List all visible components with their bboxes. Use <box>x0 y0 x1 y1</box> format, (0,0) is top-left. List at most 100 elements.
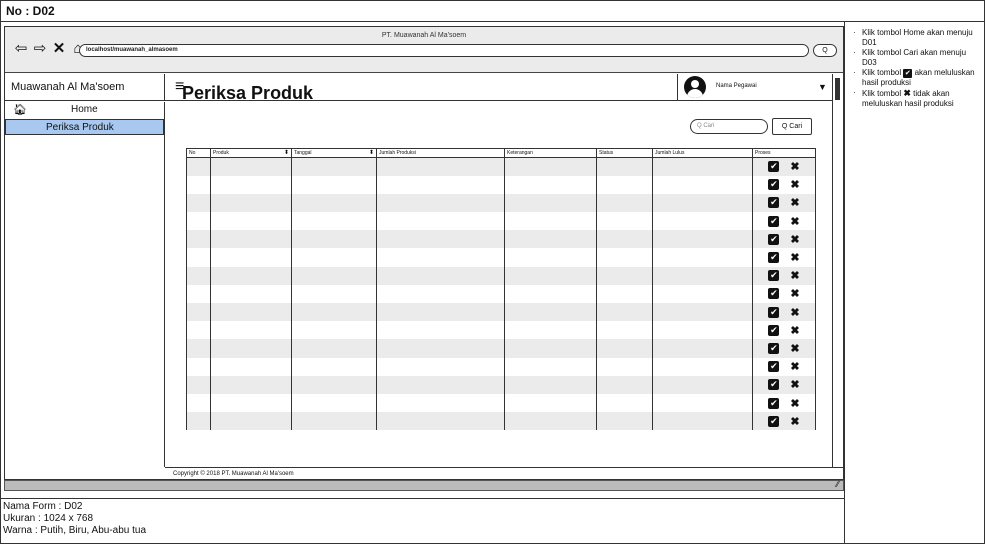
address-bar[interactable]: localhost/muawanah_almasoem <box>79 44 809 57</box>
close-icon[interactable]: ✕ <box>51 41 67 57</box>
note-item: Klik tombol ✔ akan meluluskan hasil prod… <box>853 68 981 88</box>
table-cell <box>291 266 377 285</box>
reject-icon[interactable]: ✖ <box>790 415 799 428</box>
go-button[interactable]: Q <box>813 44 837 57</box>
reject-icon[interactable]: ✖ <box>790 196 799 209</box>
table-row: ✔ ✖ <box>186 412 816 431</box>
table-cell <box>210 157 292 176</box>
col-header-tanggal[interactable]: Tanggal ⬍ <box>291 148 377 158</box>
approve-checkbox-icon[interactable]: ✔ <box>768 361 780 373</box>
reject-icon[interactable]: ✖ <box>790 360 799 373</box>
table-cell <box>210 266 292 285</box>
reject-icon[interactable]: ✖ <box>790 251 799 264</box>
resize-grip-icon[interactable]: ⁄⁄ <box>836 480 839 489</box>
table-cell <box>596 393 653 413</box>
vertical-scrollbar[interactable] <box>832 74 843 467</box>
sidebar-item-home[interactable]: 🏠︎ Home <box>5 102 164 118</box>
close-icon: ✖ <box>903 88 911 98</box>
table-cell <box>596 339 653 358</box>
row-actions: ✔ ✖ <box>752 393 816 413</box>
reject-icon[interactable]: ✖ <box>790 215 799 228</box>
table-cell <box>652 339 753 358</box>
row-actions: ✔ ✖ <box>752 157 816 176</box>
approve-checkbox-icon[interactable]: ✔ <box>768 270 780 282</box>
table-cell <box>596 212 653 231</box>
sidebar-item-label: Periksa Produk <box>46 122 114 133</box>
approve-checkbox-icon[interactable]: ✔ <box>768 161 780 173</box>
table-cell <box>652 284 753 303</box>
table-cell <box>210 375 292 394</box>
checkbox-icon: ✔ <box>903 69 913 78</box>
table-cell <box>376 230 505 249</box>
col-header-produk[interactable]: Produk ⬍ <box>210 148 292 158</box>
approve-checkbox-icon[interactable]: ✔ <box>768 342 780 354</box>
table-cell <box>291 284 377 303</box>
home-icon: 🏠︎ <box>13 104 27 116</box>
table-cell <box>376 175 505 194</box>
table-row: ✔ ✖ <box>186 193 816 213</box>
table-cell <box>186 412 211 431</box>
row-actions: ✔ ✖ <box>752 193 816 213</box>
table-cell <box>504 175 597 194</box>
table-cell <box>210 248 292 267</box>
row-actions: ✔ ✖ <box>752 248 816 267</box>
forward-icon[interactable]: ⇨ <box>32 41 48 57</box>
table-cell <box>504 248 597 267</box>
page-footer: Copyright © 2018 PT. Muawanah Al Ma'soem <box>165 467 843 480</box>
table-cell <box>596 175 653 194</box>
reject-icon[interactable]: ✖ <box>790 287 799 300</box>
table-cell <box>596 321 653 340</box>
approve-checkbox-icon[interactable]: ✔ <box>768 306 780 318</box>
table-cell <box>596 375 653 394</box>
reject-icon[interactable]: ✖ <box>790 342 799 355</box>
table-cell <box>504 230 597 249</box>
table-cell <box>376 393 505 413</box>
table-cell <box>504 412 597 431</box>
reject-icon[interactable]: ✖ <box>790 178 799 191</box>
browser-titlebar: PT. Muawanah Al Ma'soem ⇦ ⇨ ✕ ⌂ localhos… <box>5 27 843 73</box>
table-row: ✔ ✖ <box>186 266 816 285</box>
table-cell <box>291 303 377 322</box>
reject-icon[interactable]: ✖ <box>790 306 799 319</box>
sort-icon: ⬍ <box>283 150 289 156</box>
table-cell <box>596 248 653 267</box>
product-table: No Produk ⬍ Tanggal ⬍ Jumlah Produksi Kete… <box>186 148 816 431</box>
table-row: ✔ ✖ <box>186 393 816 413</box>
reject-icon[interactable]: ✖ <box>790 324 799 337</box>
table-cell <box>376 193 505 213</box>
chevron-down-icon[interactable]: ▼ <box>818 82 827 92</box>
approve-checkbox-icon[interactable]: ✔ <box>768 324 780 336</box>
row-actions: ✔ ✖ <box>752 303 816 322</box>
table-row: ✔ ✖ <box>186 212 816 231</box>
approve-checkbox-icon[interactable]: ✔ <box>768 288 780 300</box>
table-cell <box>186 157 211 176</box>
approve-checkbox-icon[interactable]: ✔ <box>768 215 780 227</box>
table-cell <box>504 357 597 376</box>
table-cell <box>291 157 377 176</box>
approve-checkbox-icon[interactable]: ✔ <box>768 233 780 245</box>
user-name: Nama Pegawai <box>716 83 757 89</box>
table-cell <box>596 157 653 176</box>
reject-icon[interactable]: ✖ <box>790 269 799 282</box>
back-icon[interactable]: ⇦ <box>13 41 29 57</box>
table-cell <box>291 230 377 249</box>
reject-icon[interactable]: ✖ <box>790 160 799 173</box>
table-cell <box>291 193 377 213</box>
approve-checkbox-icon[interactable]: ✔ <box>768 415 780 427</box>
approve-checkbox-icon[interactable]: ✔ <box>768 397 780 409</box>
reject-icon[interactable]: ✖ <box>790 378 799 391</box>
approve-checkbox-icon[interactable]: ✔ <box>768 197 780 209</box>
row-actions: ✔ ✖ <box>752 212 816 231</box>
col-header-proses: Proses <box>752 148 816 158</box>
approve-checkbox-icon[interactable]: ✔ <box>768 179 780 191</box>
sidebar-item-periksa-produk[interactable]: Periksa Produk <box>5 119 164 135</box>
table-cell <box>376 303 505 322</box>
search-input[interactable]: Q Cari <box>690 119 768 134</box>
user-menu[interactable]: Nama Pegawai ▼ <box>677 74 832 101</box>
reject-icon[interactable]: ✖ <box>790 397 799 410</box>
search-button[interactable]: Q Cari <box>772 118 812 135</box>
reject-icon[interactable]: ✖ <box>790 233 799 246</box>
approve-checkbox-icon[interactable]: ✔ <box>768 252 780 264</box>
table-row: ✔ ✖ <box>186 339 816 358</box>
approve-checkbox-icon[interactable]: ✔ <box>768 379 780 391</box>
